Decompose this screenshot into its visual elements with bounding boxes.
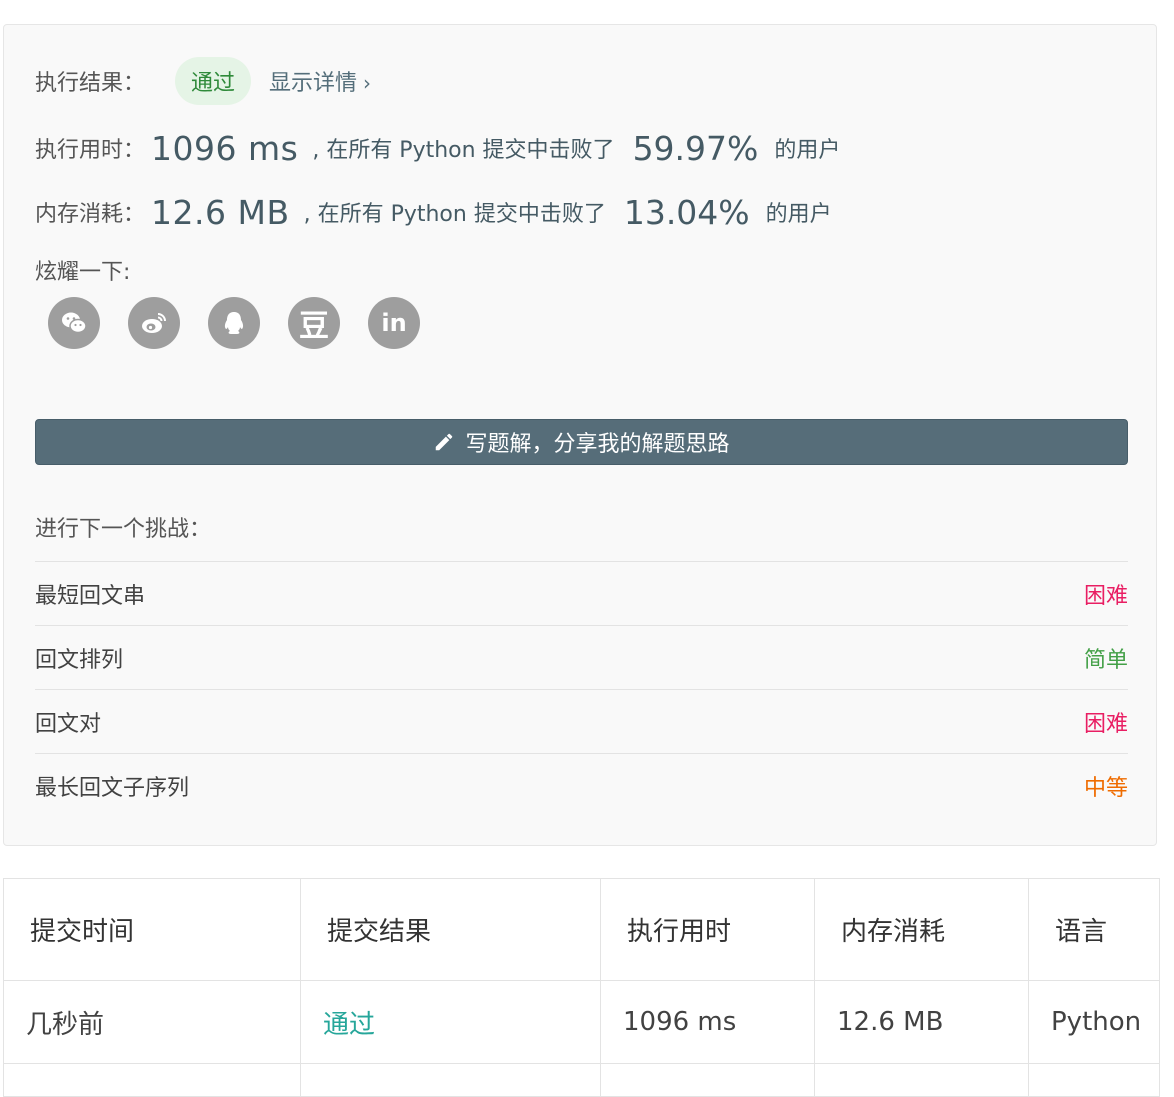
wechat-glyph	[62, 312, 87, 334]
table-row	[3, 1063, 1160, 1097]
memory-suffix: 的用户	[765, 202, 832, 227]
empty-cell	[600, 1063, 815, 1097]
show-details-link[interactable]: 显示详情 ›	[269, 65, 371, 97]
next-challenge-title: 进行下一个挑战：	[35, 517, 212, 542]
table-header-row: 提交时间 提交结果 执行用时 内存消耗 语言	[3, 878, 1160, 981]
douban-icon[interactable]: 豆	[288, 297, 340, 349]
table-row: 几秒前 通过 1096 ms 12.6 MB Python	[3, 980, 1160, 1064]
difficulty-label: 困难	[1083, 583, 1128, 609]
cell-submit-result-link[interactable]: 通过	[300, 980, 601, 1064]
runtime-value: 1096 ms	[151, 128, 299, 168]
difficulty-label: 中等	[1083, 775, 1128, 801]
list-item[interactable]: 回文对 困难	[35, 689, 1128, 753]
runtime-percent: 59.97%	[632, 128, 759, 168]
weibo-glyph	[142, 313, 166, 333]
result-row: 执行结果： 通过 显示详情 ›	[35, 57, 371, 105]
list-item[interactable]: 回文排列 简单	[35, 625, 1128, 689]
memory-percent: 13.04%	[623, 192, 750, 232]
result-label: 执行结果：	[35, 71, 146, 96]
cell-submit-time: 几秒前	[3, 980, 301, 1064]
challenge-name: 最短回文串	[35, 583, 146, 609]
status-badge: 通过	[175, 57, 252, 105]
cell-runtime: 1096 ms	[600, 980, 815, 1064]
list-item[interactable]: 最长回文子序列 中等	[35, 753, 1128, 817]
challenge-name: 最长回文子序列	[35, 775, 190, 801]
share-icons: 豆 in	[48, 297, 420, 349]
difficulty-label: 困难	[1083, 711, 1128, 737]
memory-row: 内存消耗： 12.6 MB , 在所有 Python 提交中击败了 13.04%…	[35, 189, 832, 235]
header-language[interactable]: 语言	[1028, 878, 1160, 981]
memory-label: 内存消耗：	[35, 202, 146, 227]
qq-glyph	[224, 312, 244, 334]
douban-glyph: 豆	[299, 309, 329, 344]
header-runtime[interactable]: 执行用时	[600, 878, 815, 981]
write-solution-label: 写题解，分享我的解题思路	[465, 432, 730, 457]
empty-cell	[3, 1063, 301, 1097]
header-memory[interactable]: 内存消耗	[814, 878, 1029, 981]
write-solution-button[interactable]: 写题解，分享我的解题思路	[35, 419, 1128, 465]
chevron-right-icon: ›	[363, 71, 372, 95]
empty-cell	[1028, 1063, 1160, 1097]
runtime-label: 执行用时：	[35, 138, 146, 163]
empty-cell	[814, 1063, 1029, 1097]
linkedin-icon[interactable]: in	[368, 297, 420, 349]
difficulty-label: 简单	[1083, 647, 1128, 673]
header-submit-result[interactable]: 提交结果	[300, 878, 601, 981]
runtime-suffix: 的用户	[774, 138, 841, 163]
linkedin-glyph: in	[381, 309, 407, 337]
weibo-icon[interactable]	[128, 297, 180, 349]
wechat-icon[interactable]	[48, 297, 100, 349]
challenge-list: 最短回文串 困难 回文排列 简单 回文对 困难 最长回文子序列 中等	[35, 561, 1128, 817]
pencil-icon	[436, 433, 453, 451]
show-details-label: 显示详情	[269, 71, 358, 96]
memory-value: 12.6 MB	[151, 192, 290, 232]
memory-beat-text: , 在所有 Python 提交中击败了	[303, 202, 606, 227]
cell-memory: 12.6 MB	[814, 980, 1029, 1064]
challenge-name: 回文对	[35, 711, 102, 737]
share-label: 炫耀一下:	[35, 260, 131, 285]
list-item[interactable]: 最短回文串 困难	[35, 561, 1128, 625]
header-submit-time[interactable]: 提交时间	[3, 878, 301, 981]
share-row: 炫耀一下:	[35, 253, 130, 287]
runtime-beat-text: , 在所有 Python 提交中击败了	[312, 138, 615, 163]
cell-language: Python	[1028, 980, 1160, 1064]
runtime-row: 执行用时： 1096 ms , 在所有 Python 提交中击败了 59.97%…	[35, 125, 840, 171]
empty-cell	[300, 1063, 601, 1097]
submissions-table: 提交时间 提交结果 执行用时 内存消耗 语言 几秒前 通过 1096 ms 12…	[3, 878, 1160, 1097]
qq-icon[interactable]	[208, 297, 260, 349]
result-panel: 执行结果： 通过 显示详情 › 执行用时： 1096 ms , 在所有 Pytho…	[3, 24, 1157, 846]
challenge-name: 回文排列	[35, 647, 124, 673]
